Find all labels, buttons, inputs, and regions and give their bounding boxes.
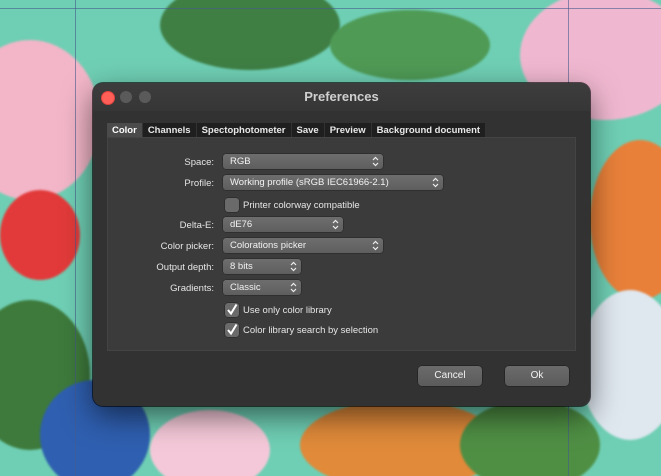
title-bar[interactable]: Preferences <box>93 83 590 111</box>
tab-save[interactable]: Save <box>292 123 325 137</box>
output-depth-value: 8 bits <box>230 261 253 272</box>
color-picker-label: Color picker: <box>160 241 214 252</box>
space-select[interactable]: RGB <box>223 154 383 169</box>
tab-spectophotometer[interactable]: Spectophotometer <box>197 123 292 137</box>
ok-button[interactable]: Ok <box>505 366 569 386</box>
updown-chevron-icon <box>372 154 379 169</box>
tab-bar: Color Channels Spectophotometer Save Pre… <box>107 123 487 137</box>
updown-chevron-icon <box>290 280 297 295</box>
gradients-value: Classic <box>230 282 261 293</box>
color-library-search-checkbox[interactable] <box>225 323 239 337</box>
delta-e-select[interactable]: dE76 <box>223 217 343 232</box>
color-library-search-row[interactable]: Color library search by selection <box>225 323 378 337</box>
updown-chevron-icon <box>290 259 297 274</box>
window-title: Preferences <box>304 89 379 104</box>
output-depth-label: Output depth: <box>156 262 214 273</box>
delta-e-label: Delta-E: <box>179 220 214 231</box>
profile-select[interactable]: Working profile (sRGB IEC61966-2.1) <box>223 175 443 190</box>
space-label: Space: <box>184 157 214 168</box>
color-picker-value: Colorations picker <box>230 240 307 251</box>
printer-colorway-checkbox[interactable] <box>225 198 239 212</box>
color-settings-panel: Space: RGB Profile: Working profile (sRG… <box>107 137 576 351</box>
updown-chevron-icon <box>332 217 339 232</box>
gradients-select[interactable]: Classic <box>223 280 301 295</box>
updown-chevron-icon <box>372 238 379 253</box>
checkmark-icon <box>227 303 238 316</box>
printer-colorway-label: Printer colorway compatible <box>243 199 360 211</box>
use-only-color-library-label: Use only color library <box>243 304 332 316</box>
gradients-label: Gradients: <box>170 283 214 294</box>
color-library-search-label: Color library search by selection <box>243 324 379 336</box>
cancel-button[interactable]: Cancel <box>418 366 482 386</box>
delta-e-value: dE76 <box>230 219 253 230</box>
space-value: RGB <box>230 156 251 167</box>
tab-background-document[interactable]: Background document <box>372 123 487 137</box>
checkmark-icon <box>227 323 238 336</box>
output-depth-select[interactable]: 8 bits <box>223 259 301 274</box>
profile-label: Profile: <box>184 178 214 189</box>
tab-channels[interactable]: Channels <box>143 123 197 137</box>
tab-color[interactable]: Color <box>107 123 143 137</box>
color-picker-select[interactable]: Colorations picker <box>223 238 383 253</box>
use-only-color-library-row[interactable]: Use only color library <box>225 303 332 317</box>
preferences-dialog: Preferences Color Channels Spectophotome… <box>93 83 590 406</box>
printer-colorway-row[interactable]: Printer colorway compatible <box>225 198 360 212</box>
use-only-color-library-checkbox[interactable] <box>225 303 239 317</box>
profile-value: Working profile (sRGB IEC61966-2.1) <box>230 177 389 188</box>
updown-chevron-icon <box>432 175 439 190</box>
tab-preview[interactable]: Preview <box>325 123 372 137</box>
